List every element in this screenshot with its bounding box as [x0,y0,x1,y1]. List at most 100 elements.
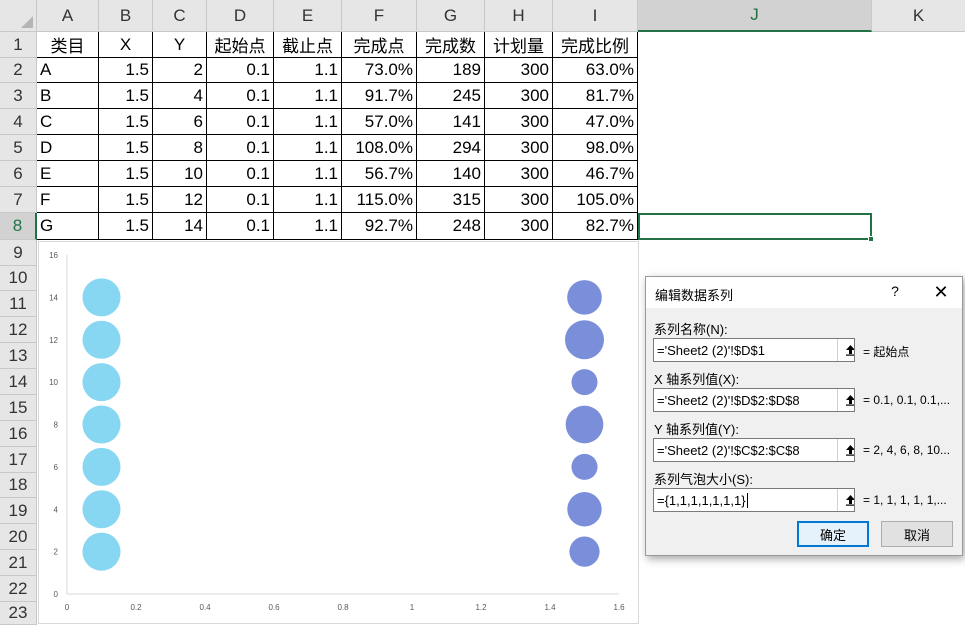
cell-done-point-row8[interactable]: 92.7% [342,213,417,240]
cell-y-row5[interactable]: 8 [153,135,207,161]
series-name-input[interactable]: ='Sheet2 (2)'!$D$1 [653,338,855,362]
cell-category-row5[interactable]: D [37,135,99,161]
row-header-4[interactable]: 4 [0,109,37,135]
cell-done-count-row5[interactable]: 294 [417,135,485,161]
cancel-button[interactable]: 取消 [881,521,953,547]
cell-end-row7[interactable]: 1.1 [274,187,342,213]
row-header-5[interactable]: 5 [0,135,37,161]
dialog-titlebar[interactable]: 编辑数据系列 ? ✕ [646,277,962,308]
fill-handle[interactable] [868,236,874,242]
cell-ratio-row6[interactable]: 46.7% [553,161,638,187]
row-header-14[interactable]: 14 [0,369,37,395]
row-header-12[interactable]: 12 [0,317,37,343]
cell-plan-row5[interactable]: 300 [485,135,553,161]
cell-end-row6[interactable]: 1.1 [274,161,342,187]
cell-y-row8[interactable]: 14 [153,213,207,240]
row-header-7[interactable]: 7 [0,187,37,213]
bubble-size-input[interactable]: ={1,1,1,1,1,1,1} [653,488,855,512]
header-cell-ratio[interactable]: 完成比例 [553,32,638,58]
help-icon[interactable]: ? [887,283,903,301]
cell-start-row2[interactable]: 0.1 [207,58,274,83]
close-icon[interactable]: ✕ [929,280,953,304]
column-header-a[interactable]: A [37,0,99,32]
cell-done-point-row3[interactable]: 91.7% [342,83,417,109]
column-header-h[interactable]: H [485,0,553,32]
cell-plan-row7[interactable]: 300 [485,187,553,213]
cell-category-row4[interactable]: C [37,109,99,135]
column-header-f[interactable]: F [342,0,417,32]
row-header-22[interactable]: 22 [0,576,37,602]
row-header-3[interactable]: 3 [0,83,37,109]
cell-x-row7[interactable]: 1.5 [99,187,153,213]
column-header-e[interactable]: E [274,0,342,32]
cell-done-point-row5[interactable]: 108.0% [342,135,417,161]
cell-done-point-row2[interactable]: 73.0% [342,58,417,83]
header-cell-end[interactable]: 截止点 [274,32,342,58]
column-header-j[interactable]: J [638,0,872,32]
bubble-size-collapse-button[interactable] [837,489,854,511]
cell-end-row2[interactable]: 1.1 [274,58,342,83]
cell-done-point-row7[interactable]: 115.0% [342,187,417,213]
column-header-d[interactable]: D [207,0,274,32]
cell-start-row4[interactable]: 0.1 [207,109,274,135]
cell-start-row5[interactable]: 0.1 [207,135,274,161]
cell-category-row6[interactable]: E [37,161,99,187]
cell-start-row3[interactable]: 0.1 [207,83,274,109]
x-values-input[interactable]: ='Sheet2 (2)'!$D$2:$D$8 [653,388,855,412]
cell-ratio-row7[interactable]: 105.0% [553,187,638,213]
cell-y-row7[interactable]: 12 [153,187,207,213]
row-header-13[interactable]: 13 [0,343,37,369]
header-cell-category[interactable]: 类目 [37,32,99,58]
cell-x-row5[interactable]: 1.5 [99,135,153,161]
series-name-collapse-button[interactable] [837,339,854,361]
cell-done-count-row3[interactable]: 245 [417,83,485,109]
cell-done-count-row2[interactable]: 189 [417,58,485,83]
cell-end-row5[interactable]: 1.1 [274,135,342,161]
cell-start-row6[interactable]: 0.1 [207,161,274,187]
cell-done-count-row6[interactable]: 140 [417,161,485,187]
row-header-8[interactable]: 8 [0,213,37,240]
header-cell-done-point[interactable]: 完成点 [342,32,417,58]
cell-plan-row2[interactable]: 300 [485,58,553,83]
cell-start-row8[interactable]: 0.1 [207,213,274,240]
column-header-i[interactable]: I [553,0,638,32]
cell-done-count-row8[interactable]: 248 [417,213,485,240]
x-values-collapse-button[interactable] [837,389,854,411]
header-cell-plan[interactable]: 计划量 [485,32,553,58]
row-header-18[interactable]: 18 [0,473,37,498]
cell-end-row3[interactable]: 1.1 [274,83,342,109]
cell-end-row8[interactable]: 1.1 [274,213,342,240]
active-cell-j8[interactable] [638,213,872,240]
header-cell-y[interactable]: Y [153,32,207,58]
select-all-corner[interactable] [0,0,37,32]
cell-end-row4[interactable]: 1.1 [274,109,342,135]
row-header-6[interactable]: 6 [0,161,37,187]
cell-plan-row4[interactable]: 300 [485,109,553,135]
cell-ratio-row5[interactable]: 98.0% [553,135,638,161]
cell-start-row7[interactable]: 0.1 [207,187,274,213]
ok-button[interactable]: 确定 [797,521,869,547]
cell-ratio-row8[interactable]: 82.7% [553,213,638,240]
column-header-g[interactable]: G [417,0,485,32]
cell-category-row2[interactable]: A [37,58,99,83]
cell-plan-row6[interactable]: 300 [485,161,553,187]
cell-category-row7[interactable]: F [37,187,99,213]
cell-category-row8[interactable]: G [37,213,99,240]
row-header-11[interactable]: 11 [0,291,37,317]
row-header-15[interactable]: 15 [0,395,37,421]
cell-ratio-row3[interactable]: 81.7% [553,83,638,109]
row-header-9[interactable]: 9 [0,240,37,266]
cell-x-row6[interactable]: 1.5 [99,161,153,187]
cell-y-row4[interactable]: 6 [153,109,207,135]
cell-done-point-row4[interactable]: 57.0% [342,109,417,135]
cell-y-row2[interactable]: 2 [153,58,207,83]
cell-x-row3[interactable]: 1.5 [99,83,153,109]
cell-plan-row3[interactable]: 300 [485,83,553,109]
cell-x-row2[interactable]: 1.5 [99,58,153,83]
row-header-1[interactable]: 1 [0,32,37,58]
cell-x-row8[interactable]: 1.5 [99,213,153,240]
cell-done-point-row6[interactable]: 56.7% [342,161,417,187]
column-header-k[interactable]: K [872,0,965,32]
row-header-21[interactable]: 21 [0,550,37,576]
header-cell-x[interactable]: X [99,32,153,58]
